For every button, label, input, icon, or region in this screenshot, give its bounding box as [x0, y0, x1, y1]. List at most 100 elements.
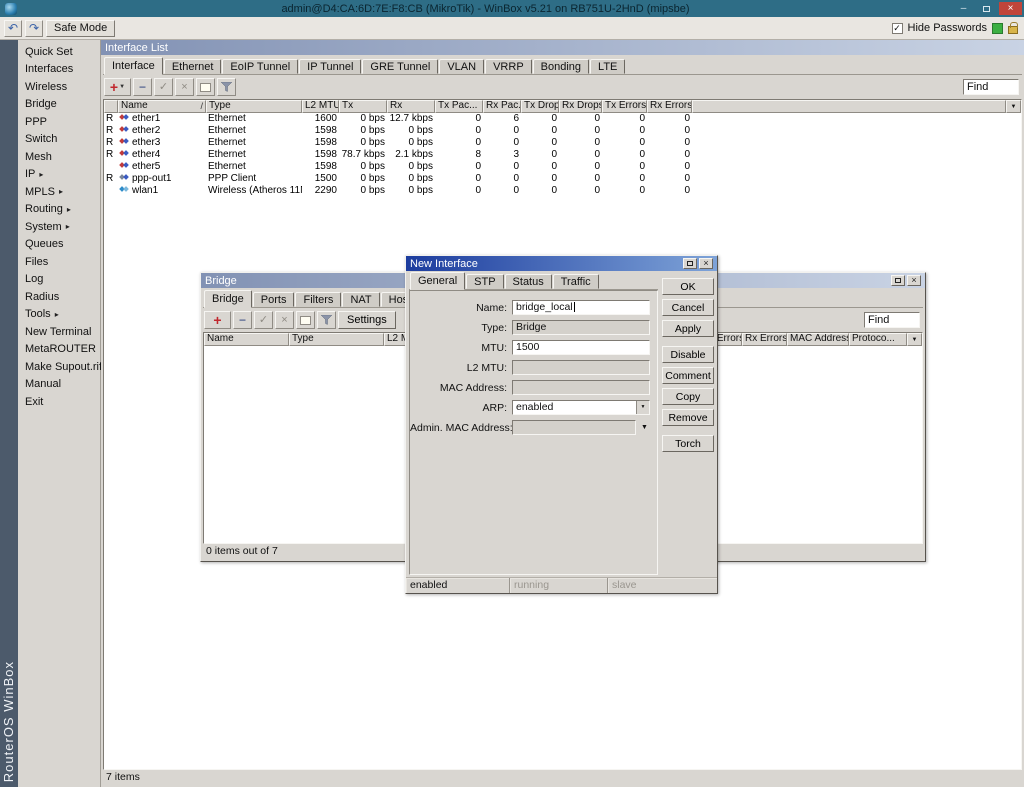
maximize-button[interactable] [976, 2, 997, 15]
bridge-remove-button[interactable]: − [233, 311, 252, 329]
dialog-title-bar[interactable]: New Interface × [406, 256, 717, 271]
remove-button[interactable]: − [133, 78, 152, 96]
copy-button[interactable]: Copy [662, 388, 714, 405]
bridge-close-button[interactable]: × [907, 275, 921, 286]
col-tx-errors[interactable]: Tx Errors [602, 100, 647, 113]
col-name[interactable]: Name [204, 333, 289, 346]
mtu-input[interactable]: 1500 [512, 340, 650, 355]
col-rx[interactable]: Rx [387, 100, 435, 113]
col-type[interactable]: Type [289, 333, 384, 346]
col-tx-drops[interactable]: Tx Drops [521, 100, 559, 113]
tab-status[interactable]: Status [505, 274, 552, 289]
interface-row-ppp-out1[interactable]: R ppp-out1 PPP Client 1500 0 bps 0 bps 0… [104, 173, 1021, 185]
sidebar-item-make-supout[interactable]: Make Supout.rif [18, 358, 100, 376]
dialog-maximize-button[interactable] [683, 258, 697, 269]
bridge-comment-button[interactable] [296, 311, 315, 329]
sidebar-item-tools[interactable]: Tools▸ [18, 306, 100, 324]
name-input[interactable]: bridge_local [512, 300, 650, 315]
sidebar-item-files[interactable]: Files [18, 253, 100, 271]
hide-passwords-checkbox[interactable]: ✓ [892, 23, 903, 34]
interface-row-ether3[interactable]: R ether3 Ethernet 1598 0 bps 0 bps 0 0 0… [104, 137, 1021, 149]
col-tx[interactable]: Tx [339, 100, 387, 113]
filter-button[interactable] [217, 78, 236, 96]
bridge-find-input[interactable]: Find [864, 312, 920, 328]
interface-row-wlan1[interactable]: wlan1 Wireless (Atheros 11N) 2290 0 bps … [104, 185, 1021, 197]
sidebar-item-routing[interactable]: Routing▸ [18, 201, 100, 219]
col-mac-address[interactable]: MAC Address [787, 333, 849, 346]
sidebar-item-wireless[interactable]: Wireless [18, 78, 100, 96]
column-selector-dropdown[interactable]: ▼ [1006, 100, 1021, 113]
sidebar-item-metarouter[interactable]: MetaROUTER [18, 341, 100, 359]
interface-row-ether5[interactable]: ether5 Ethernet 1598 0 bps 0 bps 0 0 0 0… [104, 161, 1021, 173]
sidebar-item-new-terminal[interactable]: New Terminal [18, 323, 100, 341]
sidebar-item-system[interactable]: System▸ [18, 218, 100, 236]
tab-bridge[interactable]: Bridge [204, 290, 252, 308]
sidebar-item-ip[interactable]: IP▸ [18, 166, 100, 184]
column-selector-dropdown[interactable]: ▼ [907, 333, 922, 346]
tab-interface[interactable]: Interface [104, 57, 163, 75]
tab-eoip-tunnel[interactable]: EoIP Tunnel [222, 59, 298, 74]
cancel-button[interactable]: Cancel [662, 299, 714, 316]
col-tx-packets[interactable]: Tx Pac... [435, 100, 483, 113]
interface-list-title-bar[interactable]: Interface List [101, 40, 1024, 55]
arp-dropdown-icon[interactable]: ▼ [636, 401, 649, 414]
sidebar-item-quick-set[interactable]: Quick Set [18, 43, 100, 61]
tab-stp[interactable]: STP [466, 274, 503, 289]
interface-row-ether2[interactable]: R ether2 Ethernet 1598 0 bps 0 bps 0 0 0… [104, 125, 1021, 137]
add-interface-button[interactable]: +▼ [104, 78, 131, 96]
tab-ip-tunnel[interactable]: IP Tunnel [299, 59, 361, 74]
tab-ports[interactable]: Ports [253, 292, 295, 307]
sidebar-item-switch[interactable]: Switch [18, 131, 100, 149]
sidebar-item-radius[interactable]: Radius [18, 288, 100, 306]
sidebar-item-exit[interactable]: Exit [18, 393, 100, 411]
col-name[interactable]: Name/ [118, 100, 206, 113]
sidebar-item-ppp[interactable]: PPP [18, 113, 100, 131]
bridge-add-button[interactable]: + [204, 311, 231, 329]
bridge-settings-button[interactable]: Settings [338, 311, 396, 329]
apply-button[interactable]: Apply [662, 320, 714, 337]
col-l2mtu[interactable]: L2 MTU [302, 100, 339, 113]
comment-button[interactable]: Comment [662, 367, 714, 384]
bridge-maximize-button[interactable] [891, 275, 905, 286]
col-rx-drops[interactable]: Rx Drops [559, 100, 602, 113]
tab-vrrp[interactable]: VRRP [485, 59, 532, 74]
tab-traffic[interactable]: Traffic [553, 274, 599, 289]
tab-vlan[interactable]: VLAN [439, 59, 484, 74]
ok-button[interactable]: OK [662, 278, 714, 295]
tab-filters[interactable]: Filters [295, 292, 341, 307]
col-rx-errors[interactable]: Rx Errors [742, 333, 787, 346]
col-rx-packets[interactable]: Rx Pac... [483, 100, 521, 113]
undo-button[interactable]: ↶ [4, 20, 22, 37]
tab-nat[interactable]: NAT [342, 292, 379, 307]
interface-row-ether1[interactable]: R ether1 Ethernet 1600 0 bps 12.7 kbps 0… [104, 113, 1021, 125]
interface-row-ether4[interactable]: R ether4 Ethernet 1598 78.7 kbps 2.1 kbp… [104, 149, 1021, 161]
sidebar-item-manual[interactable]: Manual [18, 376, 100, 394]
col-rx-errors[interactable]: Rx Errors [647, 100, 692, 113]
redo-button[interactable]: ↷ [25, 20, 43, 37]
tab-bonding[interactable]: Bonding [533, 59, 589, 74]
col-protocol[interactable]: Protoco... [849, 333, 907, 346]
bridge-filter-button[interactable] [317, 311, 336, 329]
safe-mode-button[interactable]: Safe Mode [46, 20, 115, 37]
enable-button[interactable]: ✓ [154, 78, 173, 96]
bridge-disable-button[interactable]: × [275, 311, 294, 329]
sidebar-item-queues[interactable]: Queues [18, 236, 100, 254]
torch-button[interactable]: Torch [662, 435, 714, 452]
dialog-close-button[interactable]: × [699, 258, 713, 269]
tab-lte[interactable]: LTE [590, 59, 625, 74]
disable-button[interactable]: Disable [662, 346, 714, 363]
remove-button[interactable]: Remove [662, 409, 714, 426]
sidebar-item-mpls[interactable]: MPLS▸ [18, 183, 100, 201]
col-type[interactable]: Type [206, 100, 302, 113]
tab-general[interactable]: General [410, 272, 465, 290]
comment-button[interactable] [196, 78, 215, 96]
sidebar-item-mesh[interactable]: Mesh [18, 148, 100, 166]
bridge-enable-button[interactable]: ✓ [254, 311, 273, 329]
sidebar-item-interfaces[interactable]: Interfaces [18, 61, 100, 79]
arp-combo[interactable]: enabled▼ [512, 400, 650, 415]
col-flags[interactable] [104, 100, 118, 113]
admin-mac-dropdown-icon[interactable]: ▼ [638, 424, 651, 431]
close-button[interactable]: × [999, 2, 1022, 15]
disable-button[interactable]: × [175, 78, 194, 96]
minimize-button[interactable]: – [953, 2, 974, 15]
